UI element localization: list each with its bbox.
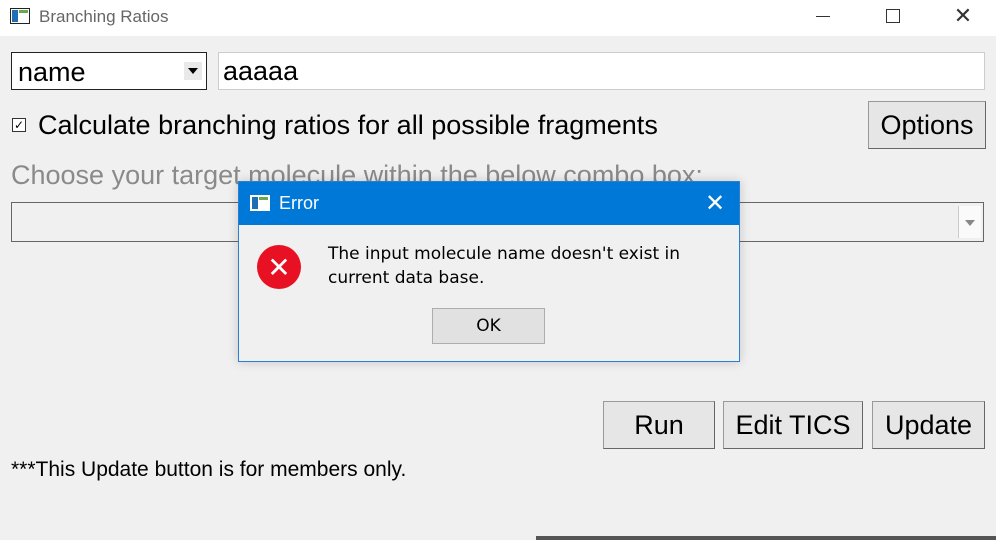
maximize-icon: [886, 9, 900, 23]
members-note: ***This Update button is for members onl…: [11, 458, 407, 481]
edit-tics-button[interactable]: Edit TICS: [723, 401, 863, 449]
app-icon: [10, 8, 30, 24]
error-message: The input molecule name doesn't exist in…: [328, 244, 681, 288]
minimize-button[interactable]: [800, 0, 846, 32]
window-title: Branching Ratios: [39, 7, 169, 26]
ok-button[interactable]: OK: [432, 308, 545, 344]
close-button[interactable]: ✕: [940, 0, 986, 32]
window-titlebar: Branching Ratios ✕: [0, 0, 996, 36]
minimize-icon: [816, 15, 830, 17]
maximize-button[interactable]: [870, 0, 916, 32]
dialog-close-button[interactable]: ✕: [697, 188, 733, 218]
search-mode-value: name: [18, 57, 86, 87]
close-icon: ✕: [953, 3, 973, 28]
error-icon: ✕: [257, 245, 301, 289]
dialog-titlebar: Error ✕: [239, 182, 739, 225]
divider: [536, 536, 996, 540]
update-button[interactable]: Update: [872, 401, 985, 449]
close-icon: ✕: [704, 189, 726, 217]
dialog-title: Error: [279, 193, 319, 213]
options-button[interactable]: Options: [868, 101, 986, 149]
molecule-name-input[interactable]: [218, 52, 985, 90]
chevron-down-icon: [184, 62, 202, 80]
calculate-all-checkbox[interactable]: ✓: [12, 118, 26, 132]
search-mode-select[interactable]: name: [11, 52, 207, 90]
run-button[interactable]: Run: [603, 401, 715, 449]
calculate-all-label: Calculate branching ratios for all possi…: [38, 110, 658, 140]
app-icon: [250, 195, 270, 211]
chevron-down-icon: [958, 206, 981, 238]
error-dialog: Error ✕ ✕ The input molecule name doesn'…: [238, 181, 740, 362]
